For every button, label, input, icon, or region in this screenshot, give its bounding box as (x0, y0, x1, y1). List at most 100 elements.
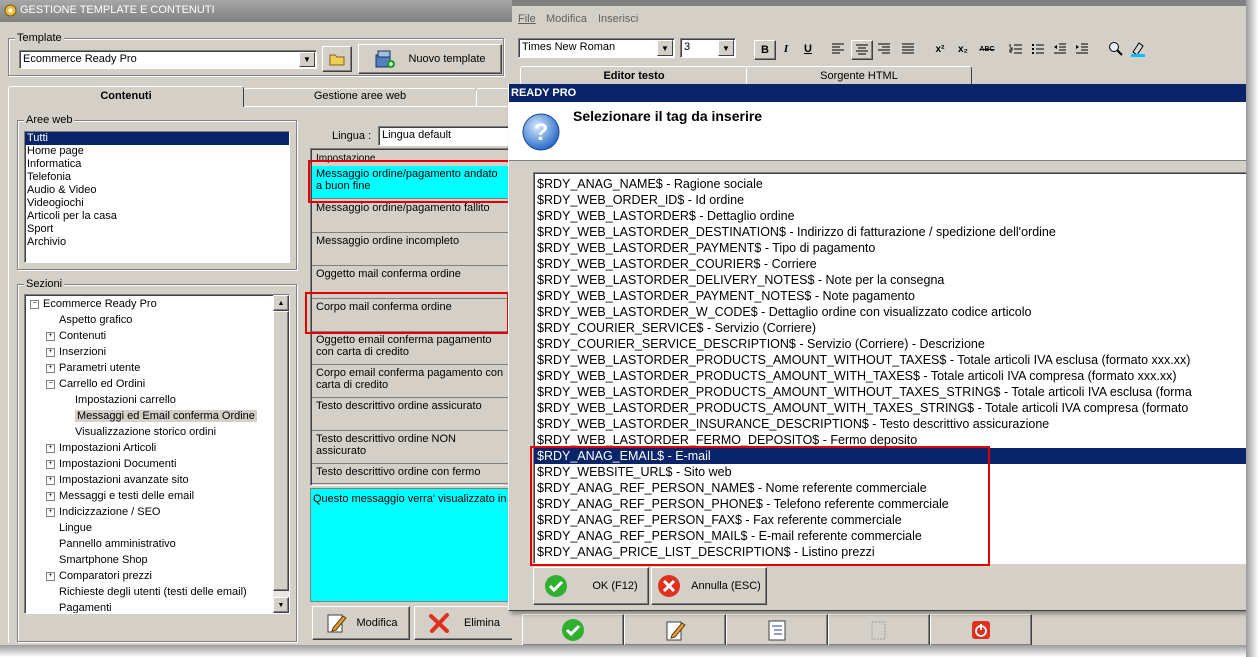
tree-node[interactable]: + Contenuti (27, 328, 272, 344)
subscript-button[interactable]: x₂ (953, 40, 973, 58)
elimina-button[interactable]: Elimina (414, 606, 514, 640)
template-manager-titlebar[interactable]: GESTIONE TEMPLATE E CONTENUTI (0, 0, 512, 22)
italic-button[interactable]: I (776, 40, 796, 58)
message-row[interactable]: Testo descrittivo ordine NON assicurato (312, 431, 508, 464)
chevron-down-icon[interactable]: ▼ (657, 40, 673, 56)
highlight-button[interactable] (1128, 40, 1148, 58)
editor-confirm-button[interactable] (522, 614, 624, 646)
tree-node[interactable]: + Messaggi e testi delle email (27, 488, 272, 504)
tree-node[interactable]: − Ecommerce Ready Pro (27, 296, 272, 312)
aree-list-item[interactable]: Home page (25, 145, 289, 158)
align-center-button[interactable] (851, 40, 873, 60)
bullet-list-button[interactable] (1028, 40, 1048, 58)
tag-list-item[interactable]: $RDY_WEB_LASTORDER_DELIVERY_NOTES$ - Not… (534, 272, 1250, 288)
message-row[interactable]: Messaggio ordine/pagamento fallito (312, 200, 508, 233)
tree-node[interactable]: Smartphone Shop (27, 552, 272, 568)
tree-node[interactable]: + Impostazioni Articoli (27, 440, 272, 456)
expand-icon[interactable]: + (46, 475, 55, 485)
tree-node[interactable]: + Indicizzazione / SEO (27, 504, 272, 520)
collapse-icon[interactable]: − (30, 299, 39, 309)
tree-node[interactable]: Pagamenti (27, 600, 272, 613)
tag-list-item[interactable]: $RDY_COURIER_SERVICE_DESCRIPTION$ - Serv… (534, 336, 1250, 352)
message-row[interactable]: Corpo email conferma pagamento con carta… (312, 365, 508, 398)
scroll-up-button[interactable]: ▲ (273, 295, 289, 311)
tree-node[interactable]: Impostazioni carrello (27, 392, 272, 408)
find-button[interactable] (1106, 40, 1126, 58)
indent-button[interactable] (1072, 40, 1092, 58)
aree-list-item[interactable]: Articoli per la casa (25, 210, 289, 223)
superscript-button[interactable]: x² (930, 40, 950, 58)
expand-icon[interactable]: + (46, 331, 55, 341)
tag-list-item[interactable]: $RDY_ANAG_NAME$ - Ragione sociale (534, 176, 1250, 192)
aree-web-list[interactable]: Tutti Home page Informatica Telefonia Audio … (24, 131, 290, 263)
underline-button[interactable]: U (798, 40, 818, 58)
sezioni-tree[interactable]: − Ecommerce Ready Pro Aspetto grafico + Cont… (24, 294, 290, 614)
message-row[interactable]: Messaggio ordine incompleto (312, 233, 508, 266)
message-row[interactable]: Testo descrittivo ordine con fermo (312, 464, 508, 484)
expand-icon[interactable]: + (46, 507, 55, 517)
tag-dialog-titlebar[interactable]: READY PRO (509, 84, 1251, 102)
outdent-button[interactable] (1050, 40, 1070, 58)
expand-icon[interactable]: + (46, 443, 55, 453)
tree-node[interactable]: − Carrello ed Ordini (27, 376, 272, 392)
tag-list-item[interactable]: $RDY_WEB_ORDER_ID$ - Id ordine (534, 192, 1250, 208)
editor-list-button[interactable] (726, 614, 828, 646)
editor-close-button[interactable] (930, 614, 1032, 646)
chevron-down-icon[interactable]: ▼ (299, 52, 315, 67)
tree-node[interactable]: + Comparatori prezzi (27, 568, 272, 584)
chevron-down-icon[interactable]: ▼ (718, 40, 734, 56)
bold-button[interactable]: B (754, 40, 776, 60)
tree-scrollbar[interactable]: ▲ ▼ (273, 295, 289, 613)
expand-icon[interactable]: + (46, 347, 55, 357)
html-editor-titlebar[interactable] (512, 0, 1246, 6)
font-family-select[interactable]: Times New Roman ▼ (518, 38, 675, 58)
expand-icon[interactable]: + (46, 571, 55, 581)
aree-list-item[interactable]: Videogiochi (25, 197, 289, 210)
tree-node[interactable]: + Impostazioni Documenti (27, 456, 272, 472)
tag-list-item[interactable]: $RDY_WEB_LASTORDER_PRODUCTS_AMOUNT_WITHO… (534, 352, 1250, 368)
lingua-select[interactable]: Lingua default (378, 126, 512, 146)
aree-list-item[interactable]: Telefonia (25, 171, 289, 184)
tag-list-item[interactable]: $RDY_COURIER_SERVICE$ - Servizio (Corrie… (534, 320, 1250, 336)
tree-node[interactable]: + Parametri utente (27, 360, 272, 376)
tree-node[interactable]: Visualizzazione storico ordini (27, 424, 272, 440)
menu-inserisci[interactable]: Inserisci (598, 13, 638, 25)
tag-list-item[interactable]: $RDY_WEB_LASTORDER_COURIER$ - Corriere (534, 256, 1250, 272)
align-left-button[interactable] (828, 40, 848, 58)
aree-list-item[interactable]: Informatica (25, 158, 289, 171)
tag-list-item[interactable]: $RDY_WEB_LASTORDER_DESTINATION$ - Indiri… (534, 224, 1250, 240)
tab-gestione-aree-web[interactable]: Gestione aree web (243, 88, 477, 106)
strikethrough-button[interactable]: ABC (977, 40, 997, 58)
tag-list-item[interactable]: $RDY_WEB_LASTORDER_PAYMENT_NOTES$ - Note… (534, 288, 1250, 304)
tab-contenuti[interactable]: Contenuti (8, 86, 244, 107)
tag-list-item[interactable]: $RDY_WEB_LASTORDER_PRODUCTS_AMOUNT_WITHO… (534, 384, 1250, 400)
tag-list-item[interactable]: $RDY_WEB_LASTORDER_W_CODE$ - Dettaglio o… (534, 304, 1250, 320)
collapse-icon[interactable]: − (46, 379, 55, 389)
tree-node[interactable]: Lingue (27, 520, 272, 536)
aree-list-item[interactable]: Tutti (25, 132, 289, 145)
tree-node[interactable]: Pannello amministrativo (27, 536, 272, 552)
scroll-down-button[interactable]: ▼ (273, 597, 289, 613)
expand-icon[interactable]: + (46, 459, 55, 469)
align-right-button[interactable] (874, 40, 894, 58)
cancel-button[interactable]: Annulla (ESC) (651, 567, 767, 605)
tag-list-item[interactable]: $RDY_WEB_LASTORDER_PAYMENT$ - Tipo di pa… (534, 240, 1250, 256)
menu-file[interactable]: File (518, 13, 536, 25)
tag-list-item[interactable]: $RDY_WEB_LASTORDER_PRODUCTS_AMOUNT_WITH_… (534, 368, 1250, 384)
open-folder-button[interactable] (322, 46, 352, 72)
scroll-thumb[interactable] (273, 311, 289, 591)
tree-node[interactable]: Richieste degli utenti (testi delle emai… (27, 584, 272, 600)
message-row[interactable]: Testo descrittivo ordine assicurato (312, 398, 508, 431)
editor-edit-button[interactable] (624, 614, 726, 646)
message-row[interactable]: Oggetto email conferma pagamento con car… (312, 332, 508, 365)
tree-node[interactable]: + Impostazioni avanzate sito (27, 472, 272, 488)
expand-icon[interactable]: + (46, 491, 55, 501)
new-template-button[interactable]: Nuovo template (358, 44, 502, 74)
tree-node[interactable]: Messaggi ed Email conferma Ordine (27, 408, 272, 424)
tree-node[interactable]: + Inserzioni (27, 344, 272, 360)
ok-button[interactable]: OK (F12) (533, 567, 649, 605)
template-select[interactable]: Ecommerce Ready Pro ▼ (19, 50, 317, 69)
expand-icon[interactable]: + (46, 363, 55, 373)
justify-button[interactable] (898, 40, 918, 58)
modifica-button[interactable]: Modifica (312, 606, 410, 640)
